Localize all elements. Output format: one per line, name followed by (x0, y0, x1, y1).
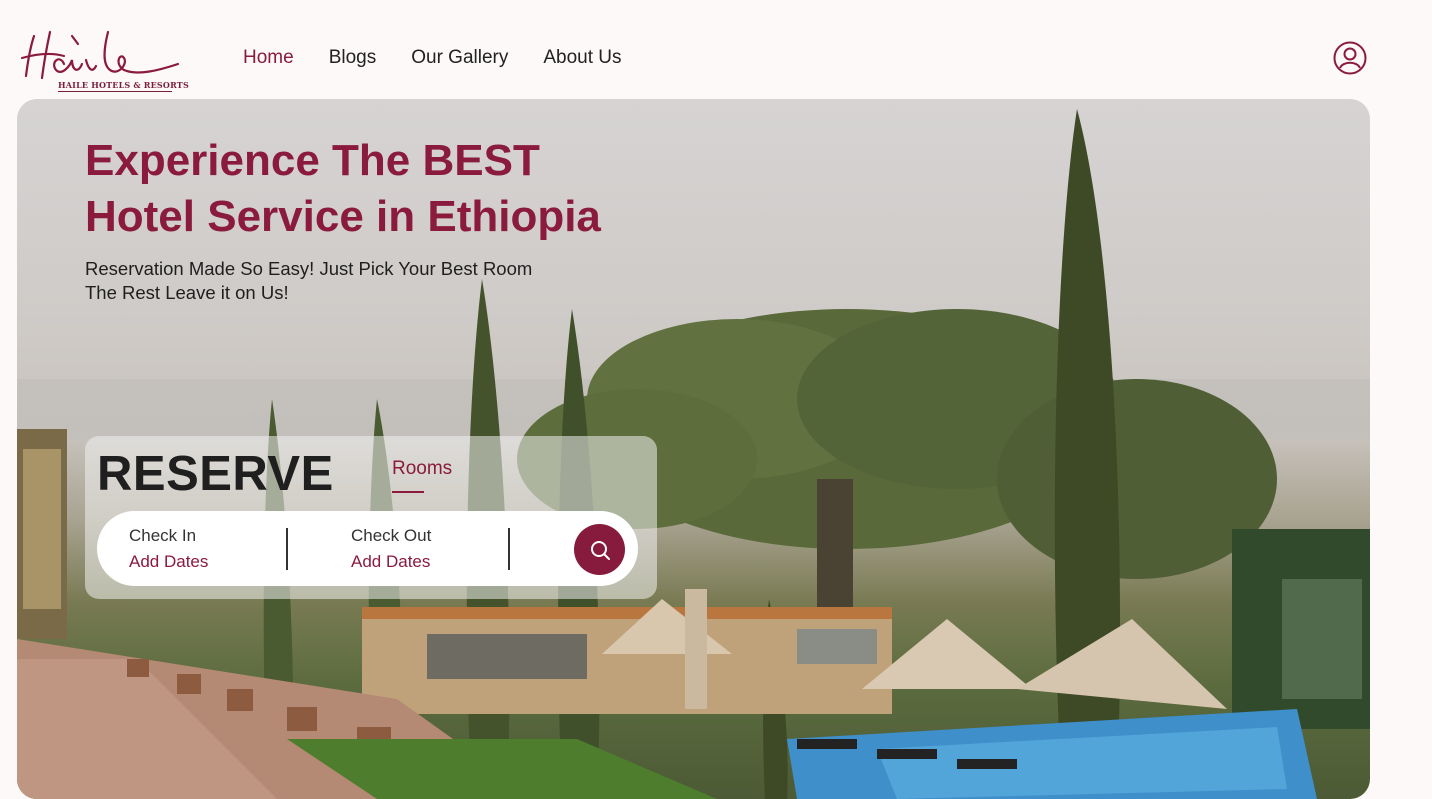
reserve-title: RESERVE (97, 447, 334, 501)
check-in-field[interactable]: Check In Add Dates (129, 526, 208, 572)
check-out-value: Add Dates (351, 552, 431, 571)
nav-our-gallery[interactable]: Our Gallery (411, 47, 508, 69)
reserve-card: RESERVE Rooms Check In Add Dates Check O… (85, 436, 657, 599)
nav-about-us[interactable]: About Us (543, 47, 621, 69)
hero-title-line-1: Experience The BEST (85, 136, 540, 185)
field-divider (508, 528, 510, 570)
logo-script (20, 30, 180, 80)
logo-underline (58, 91, 172, 92)
search-button[interactable] (574, 524, 625, 575)
field-divider (286, 528, 288, 570)
hero-subtitle: Reservation Made So Easy! Just Pick Your… (85, 257, 645, 305)
main-nav: Home Blogs Our Gallery About Us (243, 47, 622, 69)
hero-subtitle-line-2: The Rest Leave it on Us! (85, 282, 289, 303)
search-icon (590, 540, 610, 560)
nav-blogs[interactable]: Blogs (329, 47, 377, 69)
hero-banner: Experience The BEST Hotel Service in Eth… (17, 99, 1370, 799)
user-circle-icon[interactable] (1333, 41, 1367, 75)
booking-search-bar: Check In Add Dates Check Out Add Dates (97, 511, 638, 586)
logo-caption: HAILE HOTELS & RESORTS (58, 80, 189, 90)
check-in-value: Add Dates (129, 552, 209, 571)
hero-title: Experience The BEST Hotel Service in Eth… (85, 133, 705, 245)
hero-title-line-2: Hotel Service in Ethiopia (85, 192, 601, 241)
brand-logo[interactable]: HAILE HOTELS & RESORTS (20, 24, 189, 94)
check-in-label: Check In (129, 526, 197, 545)
hero-subtitle-line-1: Reservation Made So Easy! Just Pick Your… (85, 258, 533, 279)
check-out-field[interactable]: Check Out Add Dates (351, 526, 431, 572)
nav-home[interactable]: Home (243, 47, 294, 69)
tab-rooms[interactable]: Rooms (392, 458, 452, 493)
check-out-label: Check Out (351, 526, 432, 545)
